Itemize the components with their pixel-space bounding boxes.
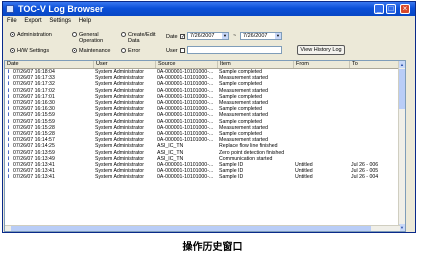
date-to-picker[interactable]: 7/26/2007 ▼ — [240, 32, 282, 40]
radio-hw-settings[interactable]: H/W Settings — [10, 48, 49, 54]
table-cell: Jul 26 - 004 — [351, 174, 379, 181]
radio-general-operation[interactable]: General Operation — [72, 32, 103, 44]
menu-file[interactable]: File — [7, 16, 17, 26]
minimize-icon[interactable]: _ — [374, 4, 384, 14]
vertical-scrollbar[interactable]: ▲ ▼ — [398, 61, 405, 231]
radio-label: Error — [128, 48, 141, 54]
table-cell: System Administrator — [95, 174, 145, 181]
table-cell: Untitled — [295, 174, 313, 181]
table-cell: 07/26/07 16:13:41 — [13, 174, 55, 181]
menu-help[interactable]: Help — [79, 16, 91, 26]
user-checkbox[interactable] — [180, 48, 185, 53]
app-icon — [6, 5, 14, 13]
scroll-up-icon[interactable]: ▲ — [399, 61, 405, 68]
window-title: TOC-V Log Browser — [18, 4, 104, 14]
scroll-thumb[interactable] — [399, 69, 405, 109]
radio-label: Maintenance — [79, 48, 111, 54]
horizontal-scrollbar[interactable] — [5, 225, 400, 231]
chevron-down-icon[interactable]: ▼ — [275, 33, 281, 39]
radio-dot — [72, 48, 77, 53]
info-icon: i — [7, 174, 10, 181]
menu-export[interactable]: Export — [24, 16, 41, 26]
maximize-icon[interactable]: □ — [386, 4, 396, 14]
chevron-down-icon[interactable]: ▼ — [222, 33, 228, 39]
title-bar: TOC-V Log Browser _ □ × — [3, 2, 415, 16]
table-header: Date User Source Item From To — [5, 61, 405, 69]
figure-caption: 操作历史窗口 — [182, 242, 243, 253]
user-label: User — [166, 48, 178, 54]
radio-label: Administration — [17, 32, 52, 38]
table-cell: Sample ID — [219, 174, 244, 181]
header-date[interactable]: Date — [5, 61, 93, 68]
header-to[interactable]: To — [349, 61, 400, 68]
user-input[interactable] — [187, 46, 282, 54]
radio-dot — [121, 32, 126, 37]
radio-label: H/W Settings — [17, 48, 50, 54]
filter-panel: Administration General Operation Create/E… — [3, 26, 415, 58]
date-from-value: 7/26/2007 — [190, 33, 215, 39]
menu-settings[interactable]: Settings — [49, 16, 71, 26]
header-from[interactable]: From — [293, 61, 349, 68]
log-browser-window: TOC-V Log Browser _ □ × File Export Sett… — [2, 1, 416, 233]
date-to-value: 7/26/2007 — [243, 33, 268, 39]
close-icon[interactable]: × — [400, 4, 410, 14]
scroll-thumb[interactable] — [11, 226, 371, 231]
log-table: Date User Source Item From To i 07/26/07 … — [4, 60, 406, 232]
table-row[interactable]: i 07/26/07 16:13:41 System Administrator 0A… — [5, 174, 400, 180]
radio-dot — [10, 48, 15, 53]
view-history-log-button[interactable]: View History Log — [297, 45, 345, 55]
header-item[interactable]: Item — [217, 61, 293, 68]
radio-create-edit-data[interactable]: Create/Edit Data — [121, 32, 156, 44]
radio-dot — [10, 32, 15, 37]
radio-dot — [72, 32, 77, 37]
radio-dot — [121, 48, 126, 53]
date-checkbox[interactable]: ✓ — [180, 34, 185, 40]
header-user[interactable]: User — [93, 61, 155, 68]
radio-administration[interactable]: Administration — [10, 32, 52, 38]
table-cell: 0A-000001-10101000-... — [157, 174, 214, 181]
header-source[interactable]: Source — [155, 61, 217, 68]
date-separator: ~ — [233, 33, 237, 39]
radio-label: General Operation — [79, 32, 104, 44]
menu-bar: File Export Settings Help — [3, 16, 415, 26]
radio-error[interactable]: Error — [121, 48, 140, 54]
date-from-picker[interactable]: 7/26/2007 ▼ — [187, 32, 229, 40]
radio-maintenance[interactable]: Maintenance — [72, 48, 111, 54]
date-label: Date — [166, 34, 178, 40]
radio-label: Create/Edit Data — [128, 32, 156, 44]
